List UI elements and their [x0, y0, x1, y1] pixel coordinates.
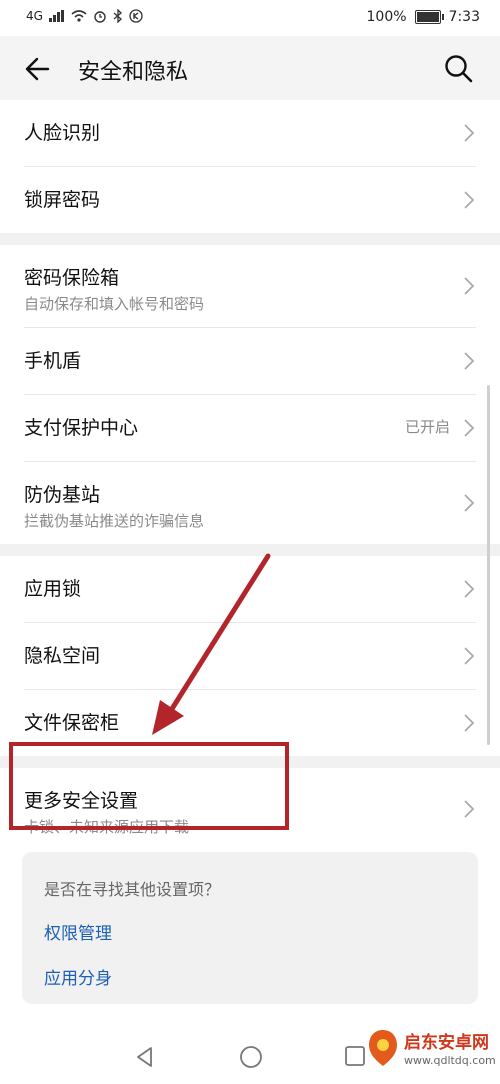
row-lock-screen-password[interactable]: 锁屏密码 — [24, 167, 476, 233]
row-title: 文件保密柜 — [24, 712, 120, 734]
row-title: 人脸识别 — [24, 122, 101, 144]
group-biometrics: 人脸识别 锁屏密码 — [0, 100, 500, 233]
back-arrow-icon[interactable] — [22, 52, 56, 86]
row-title: 锁屏密码 — [24, 189, 101, 211]
chevron-right-icon — [464, 191, 475, 209]
watermark-name: 启东安卓网 — [404, 1033, 489, 1053]
row-fake-base-station[interactable]: 防伪基站 拦截伪基站推送的诈骗信息 — [24, 462, 476, 544]
search-icon[interactable] — [442, 52, 476, 86]
row-subtitle: 自动保存和填入帐号和密码 — [24, 295, 205, 313]
section-divider — [0, 233, 500, 245]
nav-recent-apps-icon[interactable] — [343, 1044, 367, 1068]
watermark-logo-icon — [369, 1030, 397, 1066]
watermark-url: www.qdltdq.com — [404, 1054, 496, 1067]
signal-icon — [48, 10, 64, 22]
chevron-right-icon — [464, 277, 475, 295]
nav-home-icon[interactable] — [238, 1044, 264, 1070]
alarm-icon — [94, 11, 106, 23]
chevron-right-icon — [464, 800, 475, 818]
chevron-right-icon — [464, 124, 475, 142]
row-app-lock[interactable]: 应用锁 — [24, 556, 476, 623]
row-title: 手机盾 — [24, 350, 82, 372]
row-title: 防伪基站 — [24, 484, 101, 506]
chevron-right-icon — [464, 494, 475, 512]
row-title: 支付保护中心 — [24, 417, 139, 439]
status-bar: 4G 100% 7:33 — [0, 0, 500, 36]
row-status-value: 已开启 — [404, 418, 450, 436]
app-bar: 安全和隐私 — [0, 36, 500, 100]
wifi-icon — [71, 10, 87, 22]
row-password-vault[interactable]: 密码保险箱 自动保存和填入帐号和密码 — [24, 245, 476, 328]
suggestion-card: 是否在寻找其他设置项？ 权限管理 应用分身 — [22, 852, 478, 1004]
network-label: 4G — [26, 9, 43, 23]
group-security: 密码保险箱 自动保存和填入帐号和密码 手机盾 支付保护中心 已开启 防伪基站 拦… — [0, 245, 500, 544]
row-title: 密码保险箱 — [24, 267, 120, 289]
chevron-right-icon — [464, 580, 475, 598]
battery-icon — [414, 10, 444, 24]
nav-back-icon[interactable] — [132, 1044, 158, 1070]
settings-list: 人脸识别 锁屏密码 密码保险箱 自动保存和填入帐号和密码 手机盾 支付保护中心 … — [0, 100, 500, 850]
watermark: 启东安卓网 www.qdltdq.com — [366, 1024, 496, 1078]
k-circle-icon — [129, 9, 143, 23]
chevron-right-icon — [464, 647, 475, 665]
row-face-recognition[interactable]: 人脸识别 — [24, 100, 476, 167]
battery-percent: 100% — [366, 9, 407, 25]
status-left: 4G — [26, 9, 143, 23]
chevron-right-icon — [464, 419, 475, 437]
battery-fill — [416, 12, 439, 22]
chevron-right-icon — [464, 352, 475, 370]
annotation-highlight-box — [9, 742, 289, 830]
scrollbar[interactable] — [487, 385, 490, 745]
row-subtitle: 拦截伪基站推送的诈骗信息 — [24, 512, 205, 530]
bluetooth-icon — [113, 9, 122, 23]
group-privacy: 应用锁 隐私空间 文件保密柜 — [0, 556, 500, 756]
section-divider — [0, 544, 500, 556]
row-phone-shield[interactable]: 手机盾 — [24, 328, 476, 395]
row-payment-protection[interactable]: 支付保护中心 已开启 — [24, 395, 476, 462]
suggestion-question: 是否在寻找其他设置项？ — [44, 880, 221, 899]
chevron-right-icon — [464, 714, 475, 732]
row-title: 隐私空间 — [24, 645, 101, 667]
clock: 7:33 — [448, 9, 480, 25]
link-app-twin[interactable]: 应用分身 — [44, 964, 112, 989]
page-title: 安全和隐私 — [78, 60, 189, 85]
link-permission-management[interactable]: 权限管理 — [44, 919, 112, 944]
row-title: 应用锁 — [24, 578, 82, 600]
row-private-space[interactable]: 隐私空间 — [24, 623, 476, 690]
status-right: 100% 7:33 — [367, 9, 480, 25]
